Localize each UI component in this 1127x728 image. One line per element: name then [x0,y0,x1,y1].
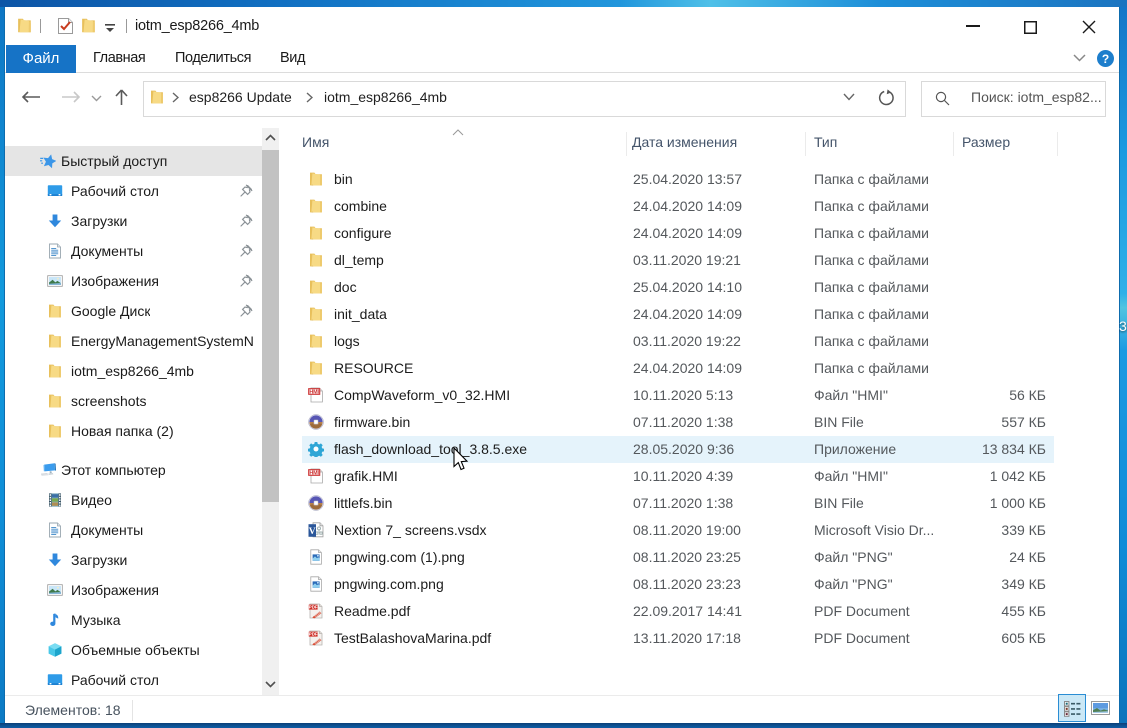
svg-text:PDF: PDF [309,605,318,610]
svg-text:PDF: PDF [309,632,318,637]
svg-text:?: ? [1102,52,1109,66]
svg-text:V: V [309,527,316,537]
svg-text:HMI: HMI [309,470,319,476]
svg-text:HMI: HMI [309,389,319,395]
